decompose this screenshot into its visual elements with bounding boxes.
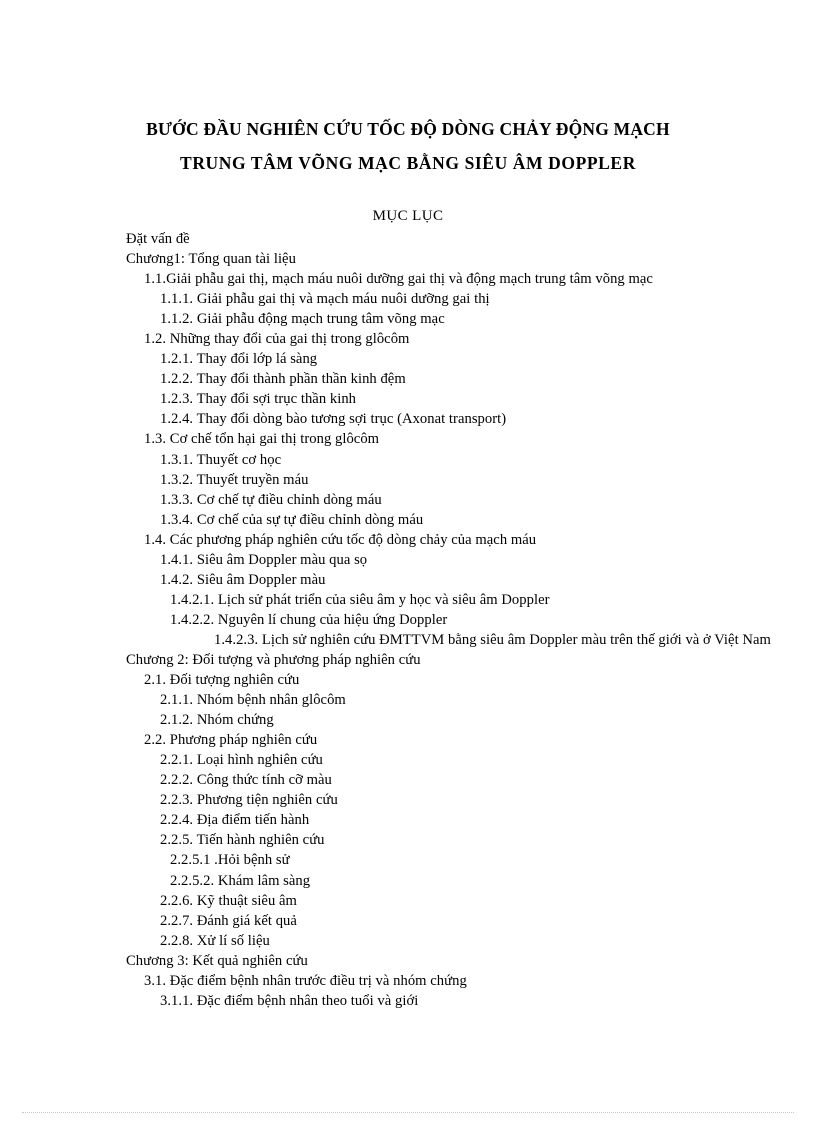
toc-entry[interactable]: 2.2.5.2. Khám lâm sàng <box>126 871 766 891</box>
toc-entry[interactable]: 2.2.8. Xử lí số liệu <box>126 931 766 951</box>
toc-entry[interactable]: 1.4. Các phương pháp nghiên cứu tốc độ d… <box>126 530 766 550</box>
table-of-contents: Đặt vấn đề Chương1: Tổng quan tài liệu 1.1… <box>126 229 771 1011</box>
toc-entry[interactable]: 1.3.3. Cơ chế tự điều chỉnh dòng máu <box>126 490 766 510</box>
toc-entry[interactable]: 1.2.1. Thay đổi lớp lá sàng <box>126 349 766 369</box>
toc-entry[interactable]: 1.4.2.3. Lịch sử nghiên cứu ĐMTTVM bằng … <box>126 630 788 650</box>
toc-entry[interactable]: 3.1.1. Đặc điểm bệnh nhân theo tuổi và g… <box>126 991 766 1011</box>
toc-entry[interactable]: 1.1.2. Giải phẫu động mạch trung tâm võn… <box>126 309 766 329</box>
footer-divider <box>22 1112 794 1114</box>
toc-entry[interactable]: 1.1.1. Giải phẫu gai thị và mạch máu nuô… <box>126 289 766 309</box>
toc-entry[interactable]: 1.4.2. Siêu âm Doppler màu <box>126 570 766 590</box>
toc-entry[interactable]: Đặt vấn đề <box>126 229 766 249</box>
toc-entry[interactable]: 2.2.5. Tiến hành nghiên cứu <box>126 830 766 850</box>
toc-entry[interactable]: 2.2.4. Địa điểm tiến hành <box>126 810 766 830</box>
document-title-line-2: TRUNG TÂM VÕNG MẠC BẰNG SIÊU ÂM DOPPLER <box>180 153 636 173</box>
toc-entry[interactable]: 2.1.1. Nhóm bệnh nhân glôcôm <box>126 690 766 710</box>
document-page: BƯỚC ĐẦU NGHIÊN CỨU TỐC ĐỘ DÒNG CHẢY ĐỘN… <box>0 0 816 1123</box>
toc-entry[interactable]: 1.3.2. Thuyết truyền máu <box>126 470 766 490</box>
toc-entry[interactable]: 3.1. Đặc điểm bệnh nhân trước điều trị v… <box>126 971 766 991</box>
toc-entry[interactable]: 2.1. Đối tượng nghiên cứu <box>126 670 766 690</box>
toc-entry[interactable]: 2.2. Phương pháp nghiên cứu <box>126 730 766 750</box>
toc-entry[interactable]: 1.2. Những thay đổi của gai thị trong gl… <box>126 329 766 349</box>
toc-entry[interactable]: 1.4.2.1. Lịch sử phát triển của siêu âm … <box>126 590 766 610</box>
table-of-contents-heading: MỤC LỤC <box>372 208 444 224</box>
toc-entry[interactable]: 1.4.2.2. Nguyên lí chung của hiệu ứng Do… <box>126 610 766 630</box>
toc-entry[interactable]: 1.3.4. Cơ chế của sự tự điều chỉnh dòng … <box>126 510 766 530</box>
document-title: BƯỚC ĐẦU NGHIÊN CỨU TỐC ĐỘ DÒNG CHẢY ĐỘN… <box>108 112 708 180</box>
toc-entry[interactable]: 1.2.2. Thay đổi thành phần thần kinh đệm <box>126 369 766 389</box>
toc-entry[interactable]: 2.2.1. Loại hình nghiên cứu <box>126 750 766 770</box>
toc-entry[interactable]: 1.4.1. Siêu âm Doppler màu qua sọ <box>126 550 766 570</box>
toc-entry[interactable]: 1.3.1. Thuyết cơ học <box>126 450 766 470</box>
toc-entry[interactable]: 1.3. Cơ chế tổn hại gai thị trong glôcôm <box>126 429 766 449</box>
toc-entry[interactable]: 2.2.5.1 .Hỏi bệnh sử <box>126 850 766 870</box>
toc-entry[interactable]: Chương 3: Kết quả nghiên cứu <box>126 951 766 971</box>
toc-entry[interactable]: 2.1.2. Nhóm chứng <box>126 710 766 730</box>
toc-entry[interactable]: 2.2.3. Phương tiện nghiên cứu <box>126 790 766 810</box>
toc-entry[interactable]: 2.2.2. Công thức tính cỡ màu <box>126 770 766 790</box>
toc-entry[interactable]: 2.2.7. Đánh giá kết quả <box>126 911 766 931</box>
toc-entry[interactable]: 1.2.3. Thay đổi sợi trục thần kinh <box>126 389 766 409</box>
toc-entry[interactable]: Chương1: Tổng quan tài liệu <box>126 249 766 269</box>
toc-entry[interactable]: 2.2.6. Kỹ thuật siêu âm <box>126 891 766 911</box>
toc-entry[interactable]: 1.2.4. Thay đổi dòng bào tương sợi trục … <box>126 409 766 429</box>
toc-entry[interactable]: 1.1.Giải phẫu gai thị, mạch máu nuôi dưỡ… <box>126 269 766 289</box>
document-title-line-1: BƯỚC ĐẦU NGHIÊN CỨU TỐC ĐỘ DÒNG CHẢY ĐỘN… <box>146 119 670 139</box>
toc-entry[interactable]: Chương 2: Đối tượng và phương pháp nghiê… <box>126 650 766 670</box>
